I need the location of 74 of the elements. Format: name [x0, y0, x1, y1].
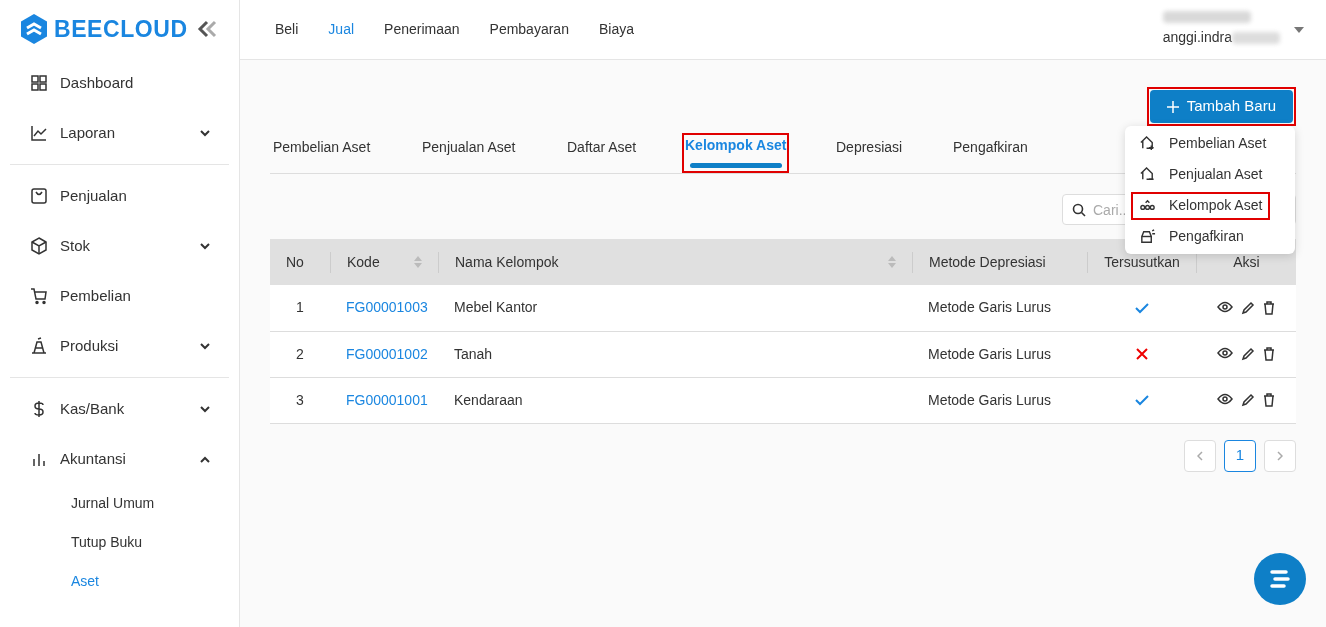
tab[interactable]: Daftar Aset	[567, 137, 637, 158]
sidebar-item[interactable]: Kas/Bank	[0, 384, 239, 434]
sidebar-item[interactable]: Penjualan	[0, 171, 239, 221]
column-header: Metode Depresiasi	[929, 252, 1046, 272]
sidebar-item[interactable]: Laporan	[0, 108, 239, 158]
row-number: 3	[296, 391, 304, 408]
view-icon[interactable]	[1217, 300, 1233, 313]
menu-item[interactable]: Kelompok Aset	[1131, 191, 1271, 220]
delete-icon[interactable]	[1263, 347, 1275, 361]
edit-icon[interactable]	[1241, 347, 1255, 361]
sidebar-item[interactable]: Produksi	[0, 321, 239, 371]
tab[interactable]: Pembelian Aset	[273, 137, 371, 158]
grid-icon	[30, 74, 48, 92]
nav-link[interactable]: Jual	[328, 19, 355, 40]
nav-link[interactable]: Pembayaran	[489, 19, 569, 40]
column-header: Aksi	[1233, 252, 1260, 272]
column-header: Tersusutkan	[1104, 252, 1180, 272]
add-new-button[interactable]: Tambah Baru	[1149, 90, 1293, 123]
row-number: 1	[296, 299, 304, 316]
submenu-item[interactable]: Aset	[0, 562, 239, 601]
chevron-left-icon	[1197, 450, 1203, 461]
chevron-right-icon	[1277, 450, 1283, 461]
view-icon[interactable]	[1217, 347, 1233, 359]
nav-link[interactable]: Penerimaan	[384, 19, 460, 40]
menu-item[interactable]: Penjualan Aset	[1131, 160, 1271, 189]
view-icon[interactable]	[1217, 393, 1233, 405]
brand-name: BEECLOUD	[54, 14, 188, 44]
tab[interactable]: Pengafkiran	[953, 137, 1028, 158]
sidebar-item[interactable]: Akuntansi	[0, 434, 239, 484]
tab[interactable]: Penjualan Aset	[422, 137, 516, 158]
house-minus-icon	[1139, 166, 1156, 183]
menu-item[interactable]: Pembelian Aset	[1131, 129, 1275, 158]
chat-button[interactable]	[1254, 553, 1306, 605]
collapse-icon[interactable]	[197, 20, 217, 38]
delete-icon[interactable]	[1263, 393, 1275, 407]
box-icon	[30, 237, 48, 255]
user-email: anggi.indra	[1162, 28, 1232, 47]
chat-icon	[1268, 569, 1292, 589]
code-link[interactable]: FG00001002	[346, 345, 428, 362]
tab[interactable]: Kelompok Aset	[685, 135, 787, 168]
table-cell: Mebel Kantor	[454, 299, 538, 316]
logo-icon	[20, 14, 48, 44]
nav-link[interactable]: Biaya	[598, 19, 634, 40]
code-link[interactable]: FG00001001	[346, 391, 428, 408]
nav-link[interactable]: Beli	[275, 19, 299, 40]
house-plus-icon	[1139, 135, 1156, 152]
bag-icon	[30, 187, 48, 205]
row-number: 2	[296, 345, 304, 362]
sidebar-item[interactable]: Pembelian	[0, 271, 239, 321]
table-cell: Tanah	[454, 345, 493, 362]
cart-icon	[30, 287, 48, 305]
sidebar-item[interactable]: Stok	[0, 221, 239, 271]
plus-icon	[1166, 100, 1179, 113]
tab[interactable]: Depresiasi	[836, 137, 903, 158]
menu-item[interactable]: Pengafkiran	[1131, 222, 1252, 251]
column-header: No	[286, 252, 304, 272]
column-header: Kode	[347, 252, 380, 272]
submenu-item[interactable]: Jurnal Umum	[0, 484, 239, 523]
column-header: Nama Kelompok	[455, 252, 559, 272]
line-chart-icon	[30, 124, 48, 142]
code-link[interactable]: FG00001003	[346, 299, 428, 316]
blurred-text	[1232, 31, 1280, 44]
page-button[interactable]: 1	[1224, 439, 1256, 472]
edit-icon[interactable]	[1241, 300, 1255, 315]
table-cell: Kendaraan	[454, 391, 523, 408]
search-icon	[1072, 203, 1086, 217]
table-cell: Metode Garis Lurus	[928, 345, 1051, 362]
submenu-item[interactable]: Tutup Buku	[0, 523, 239, 562]
edit-icon[interactable]	[1241, 393, 1255, 407]
caret-icon[interactable]	[1294, 26, 1304, 33]
table-cell: Metode Garis Lurus	[928, 299, 1051, 316]
table-cell: Metode Garis Lurus	[928, 391, 1051, 408]
sidebar-item[interactable]: Dashboard	[0, 58, 239, 108]
delete-icon[interactable]	[1263, 300, 1275, 315]
